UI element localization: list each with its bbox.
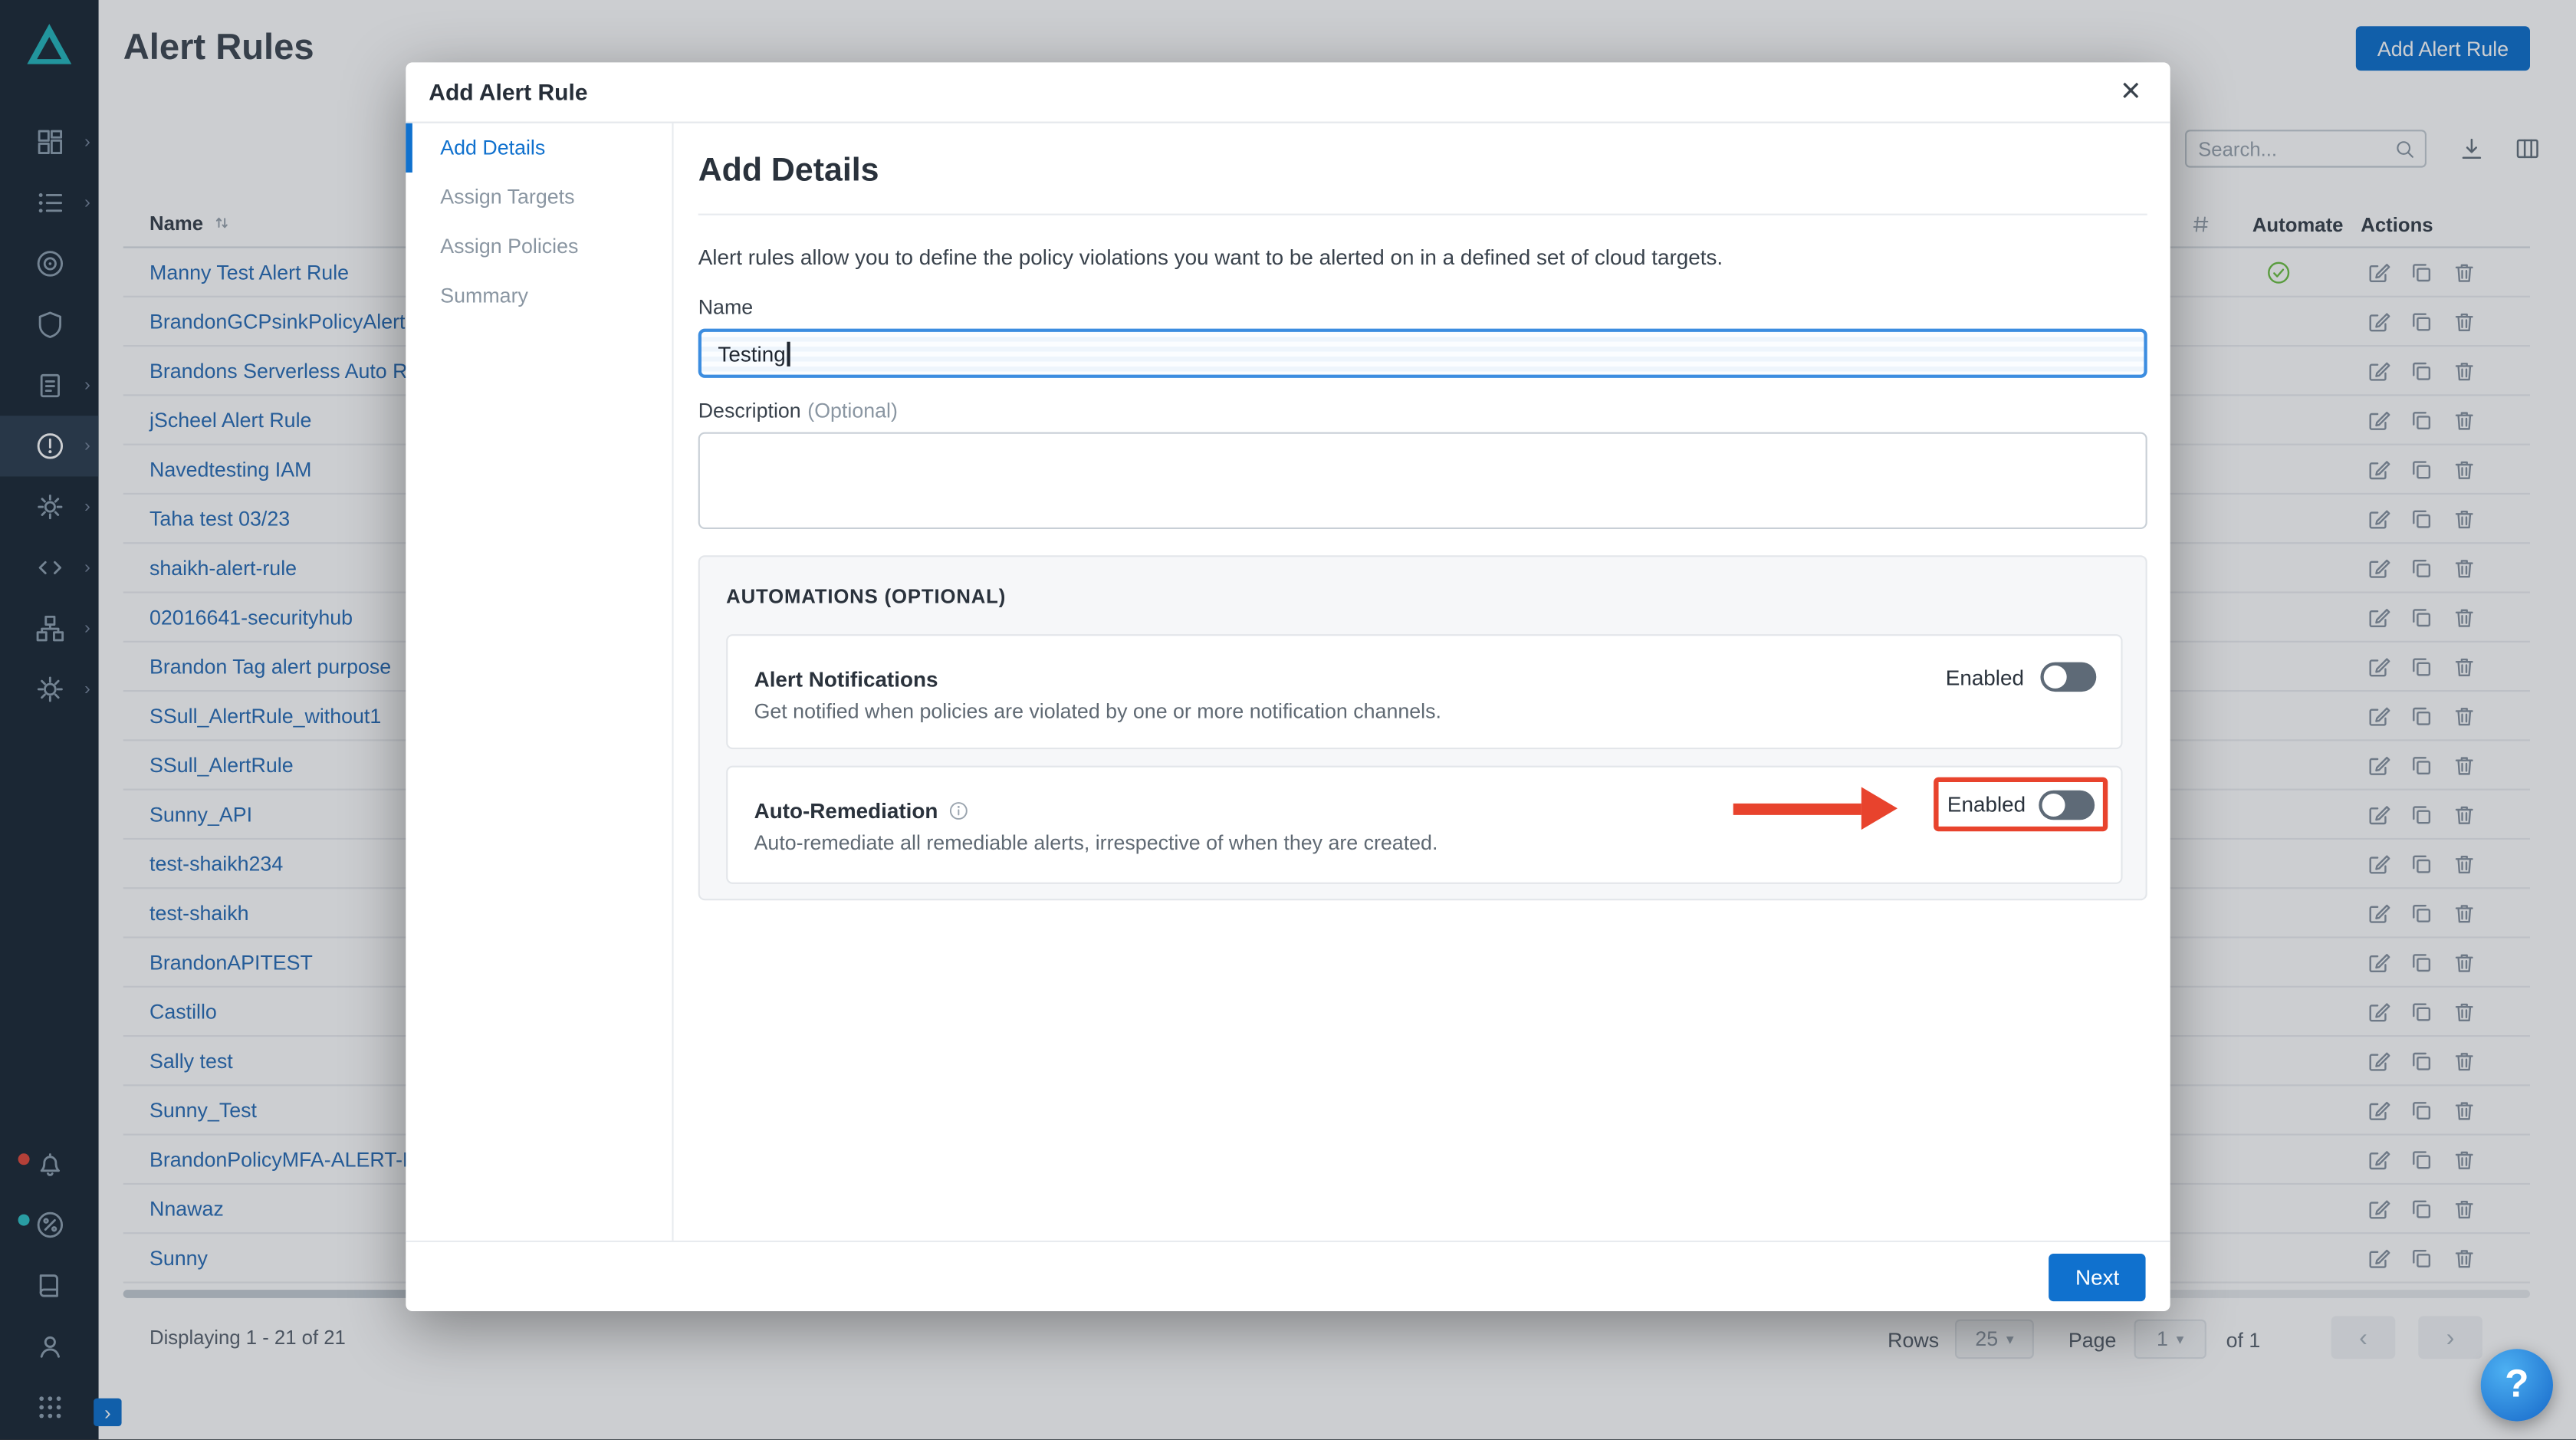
help-button[interactable]: ?	[2481, 1349, 2553, 1421]
name-input-value: Testing	[718, 341, 785, 366]
automations-title: AUTOMATIONS (OPTIONAL)	[726, 585, 1006, 608]
toggle-label: Enabled	[1946, 665, 2024, 689]
step-summary[interactable]: Summary	[406, 271, 672, 321]
modal-title: Add Alert Rule	[429, 79, 587, 105]
toggle-knob	[2042, 793, 2065, 816]
alert-notifications-toggle[interactable]	[2040, 662, 2096, 692]
intro-text: Alert rules allow you to define the poli…	[698, 245, 1723, 269]
info-icon[interactable]	[948, 801, 969, 822]
step-assign-targets[interactable]: Assign Targets	[406, 173, 672, 222]
alert-notifications-card: Alert Notifications Get notified when po…	[726, 634, 2122, 749]
alert-notifications-description: Get notified when policies are violated …	[754, 700, 1441, 723]
toggle-label: Enabled	[1947, 792, 2026, 817]
annotation-arrow	[1733, 787, 1898, 831]
next-button[interactable]: Next	[2049, 1254, 2146, 1301]
automations-section: AUTOMATIONS (OPTIONAL) Alert Notificatio…	[698, 555, 2147, 900]
alert-notifications-title: Alert Notifications	[754, 667, 938, 692]
auto-remediation-description: Auto-remediate all remediable alerts, ir…	[754, 831, 1438, 854]
description-label-text: Description	[698, 399, 801, 422]
toggle-knob	[2044, 666, 2067, 689]
divider	[698, 214, 2147, 215]
optional-hint: (Optional)	[807, 399, 898, 422]
name-label: Name	[698, 296, 753, 319]
auto-remediation-title: Auto-Remediation	[754, 798, 938, 823]
step-add-details[interactable]: Add Details	[406, 123, 672, 173]
description-label: Description (Optional)	[698, 399, 898, 422]
close-icon[interactable]: ×	[2111, 69, 2150, 115]
card-text: Alert Notifications Get notified when po…	[754, 667, 1441, 723]
app-root: Alert Rules Add Alert Rule Name Automate…	[0, 0, 2576, 1439]
text-caret	[787, 341, 790, 366]
annotation-highlight-box: Enabled	[1934, 778, 2108, 832]
auto-remediation-toggle[interactable]	[2039, 790, 2095, 820]
modal-content: Add Details Alert rules allow you to def…	[698, 123, 2147, 1241]
description-textarea[interactable]	[698, 432, 2147, 529]
section-heading: Add Details	[698, 153, 879, 190]
name-input[interactable]: Testing	[698, 329, 2147, 378]
auto-remediation-card: Auto-Remediation Auto-remediate all reme…	[726, 766, 2122, 884]
card-title-row: Alert Notifications	[754, 667, 1441, 692]
card-text: Auto-Remediation Auto-remediate all reme…	[754, 798, 1438, 854]
step-assign-policies[interactable]: Assign Policies	[406, 222, 672, 271]
modal-step-nav: Add Details Assign Targets Assign Polici…	[406, 123, 673, 1241]
card-title-row: Auto-Remediation	[754, 798, 1438, 823]
add-alert-rule-modal: Add Alert Rule × Add Details Assign Targ…	[406, 62, 2170, 1311]
modal-header: Add Alert Rule ×	[406, 62, 2170, 123]
arrow-tail	[1733, 804, 1861, 815]
arrow-head	[1861, 787, 1898, 830]
toggle-group: Enabled	[1946, 659, 2097, 695]
modal-footer: Next	[406, 1241, 2170, 1311]
